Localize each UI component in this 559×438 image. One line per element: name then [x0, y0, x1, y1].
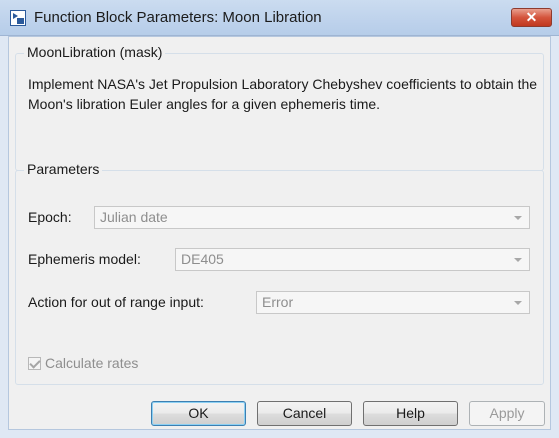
ephemeris-model-value: DE405	[181, 251, 224, 267]
cancel-button[interactable]: Cancel	[257, 401, 352, 426]
action-out-of-range-value: Error	[262, 294, 294, 310]
help-button[interactable]: Help	[363, 401, 458, 426]
close-button[interactable]: ✕	[511, 8, 552, 27]
ephemeris-model-dropdown[interactable]: DE405	[175, 248, 530, 271]
calculate-rates-checkbox[interactable]: Calculate rates	[28, 354, 138, 371]
simulink-block-icon	[10, 10, 26, 26]
title-bar: Function Block Parameters: Moon Libratio…	[0, 0, 559, 36]
epoch-dropdown[interactable]: Julian date	[94, 206, 530, 229]
mask-group: MoonLibration (mask) Implement NASA's Je…	[15, 44, 544, 171]
chevron-down-icon	[514, 258, 522, 262]
action-out-of-range-dropdown[interactable]: Error	[256, 291, 530, 314]
ephemeris-model-label: Ephemeris model:	[28, 251, 141, 267]
ok-button[interactable]: OK	[151, 401, 246, 426]
parameters-legend: Parameters	[24, 161, 103, 177]
epoch-label: Epoch:	[28, 209, 72, 225]
checkmark-icon	[28, 356, 41, 370]
chevron-down-icon	[514, 301, 522, 305]
calculate-rates-label: Calculate rates	[45, 355, 139, 372]
parameters-group: Parameters Epoch: Julian date Ephemeris …	[15, 161, 544, 385]
mask-legend: MoonLibration (mask)	[24, 44, 166, 60]
dialog-body: MoonLibration (mask) Implement NASA's Je…	[8, 36, 551, 430]
window-title: Function Block Parameters: Moon Libratio…	[34, 9, 322, 26]
epoch-value: Julian date	[100, 209, 168, 225]
chevron-down-icon	[514, 216, 522, 220]
mask-description: Implement NASA's Jet Propulsion Laborato…	[28, 76, 538, 112]
apply-button[interactable]: Apply	[469, 401, 545, 426]
action-out-of-range-label: Action for out of range input:	[28, 294, 204, 310]
